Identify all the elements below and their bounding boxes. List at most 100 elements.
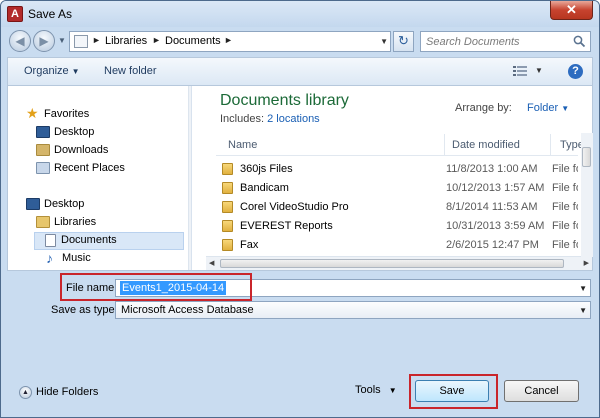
save-type-value: Microsoft Access Database [121,304,254,316]
table-row[interactable]: Corel VideoStudio Pro 8/1/2014 11:53 AM … [220,198,578,217]
chevron-up-icon: ▲ [19,386,32,399]
column-name[interactable]: Name [228,139,257,151]
includes-label: Includes: [220,113,265,125]
chevron-down-icon: ▼ [71,67,80,76]
nav-item-favorites[interactable]: ★ Favorites [8,106,180,124]
vertical-scrollbar[interactable] [581,133,593,257]
breadcrumb-separator-icon[interactable]: ► [92,35,101,45]
row-name: Bandicam [240,182,289,194]
file-list-pane: Documents library Includes: 2 locations … [206,86,594,270]
recent-locations-icon[interactable]: ▼ [58,36,66,45]
desktop-icon [36,126,50,138]
folder-icon [222,239,233,251]
table-row[interactable]: Fax 2/6/2015 12:47 PM File folder [220,236,578,255]
save-highlight-box [409,374,498,409]
nav-label: Music [62,252,91,264]
column-divider [550,134,551,156]
row-type: File folder [552,239,578,251]
command-toolbar: Organize ▼ New folder ▼ ? [7,57,593,85]
scroll-thumb[interactable] [582,147,591,167]
column-divider [444,134,445,156]
table-row[interactable]: 360js Files 11/8/2013 1:00 AM File folde… [220,160,578,179]
address-dropdown-icon[interactable]: ▼ [380,37,388,46]
folder-icon [222,201,233,213]
back-button[interactable]: ◀ [9,30,31,52]
nav-label: Downloads [54,144,109,156]
organize-menu[interactable]: Organize ▼ [24,65,80,77]
column-date-modified[interactable]: Date modified [452,139,520,151]
nav-scrollbar[interactable]: ▲ ▼ [188,86,192,270]
library-title: Documents library [220,92,349,109]
browser-panel: ★ Favorites Desktop Downloads Recent Pla… [7,85,593,271]
nav-label: Favorites [44,108,90,120]
row-date: 8/1/2014 11:53 AM [446,201,538,213]
downloads-icon [36,144,50,156]
table-row[interactable]: Bandicam 10/12/2013 1:57 AM File folder [220,179,578,198]
row-type: File folder [552,163,578,175]
locations-link[interactable]: 2 locations [267,113,320,125]
folder-icon [222,220,233,232]
folder-icon [74,35,88,48]
view-dropdown-icon[interactable]: ▼ [535,66,543,75]
nav-item-music[interactable]: ♪ Music [8,250,180,268]
help-icon[interactable]: ? [568,64,583,79]
row-type: File folder [552,201,578,213]
save-type-select[interactable]: Microsoft Access Database ▼ [115,301,591,319]
view-options-icon[interactable] [513,65,527,78]
breadcrumb-separator-icon[interactable]: ► [224,35,233,45]
star-icon: ★ [26,105,39,121]
tools-label: Tools [355,384,381,396]
scroll-thumb[interactable] [191,104,192,128]
nav-label: Desktop [54,126,95,138]
search-icon [573,35,586,48]
desktop-icon [26,198,40,210]
window-title: Save As [28,7,73,21]
close-button[interactable]: ✕ [550,1,593,20]
folder-icon [222,182,233,194]
cancel-button[interactable]: Cancel [504,380,579,402]
row-type: File folder [552,220,578,232]
nav-item-desktop[interactable]: Desktop [8,196,180,214]
row-name: EVEREST Reports [240,220,333,232]
nav-label: Recent Places [54,162,125,174]
scroll-thumb[interactable] [220,259,564,268]
navigation-pane: ★ Favorites Desktop Downloads Recent Pla… [8,86,192,270]
address-row: ◀ ▶ ▼ ► Libraries ► Documents ► ▼ ↻ Sear… [1,27,599,57]
row-name: 360js Files [240,163,293,175]
row-type: File folder [552,182,578,194]
table-row[interactable]: EVEREST Reports 10/31/2013 3:59 AM File … [220,217,578,236]
organize-label: Organize [24,65,69,77]
nav-item-documents[interactable]: Documents [34,232,184,250]
arrange-by-dropdown[interactable]: Folder ▼ [527,102,569,114]
horizontal-scrollbar[interactable]: ◀ ▶ [206,256,592,270]
nav-item-recent-places[interactable]: Recent Places [8,160,180,178]
new-folder-button[interactable]: New folder [104,65,157,77]
hide-folders-label: Hide Folders [36,386,99,398]
libraries-icon [36,216,50,228]
scroll-right-icon[interactable]: ▶ [584,259,589,267]
nav-item-desktop-favorite[interactable]: Desktop [8,124,180,142]
address-bar[interactable]: ► Libraries ► Documents ► ▼ [69,31,391,52]
nav-item-libraries[interactable]: Libraries [8,214,180,232]
forward-button[interactable]: ▶ [33,30,55,52]
nav-item-downloads[interactable]: Downloads [8,142,180,160]
chevron-down-icon: ▼ [561,104,570,113]
tools-menu[interactable]: Tools ▼ [355,384,397,396]
recent-places-icon [36,162,50,174]
row-date: 2/6/2015 12:47 PM [446,239,539,251]
includes-line: Includes: 2 locations [220,113,320,125]
search-input[interactable]: Search Documents [420,31,591,52]
breadcrumb-libraries[interactable]: Libraries [105,35,147,47]
filename-dropdown-icon[interactable]: ▼ [579,284,587,293]
refresh-icon[interactable]: ↻ [393,31,414,52]
row-date: 10/31/2013 3:59 AM [446,220,545,232]
breadcrumb-documents[interactable]: Documents [165,35,221,47]
breadcrumb-separator-icon[interactable]: ► [152,35,161,45]
nav-label: Desktop [44,198,85,210]
folder-icon [222,163,233,175]
document-icon [45,234,56,247]
arrange-by-label: Arrange by: [455,102,512,114]
chevron-down-icon: ▼ [579,306,587,315]
search-placeholder: Search Documents [426,36,520,48]
scroll-left-icon[interactable]: ◀ [209,259,214,267]
